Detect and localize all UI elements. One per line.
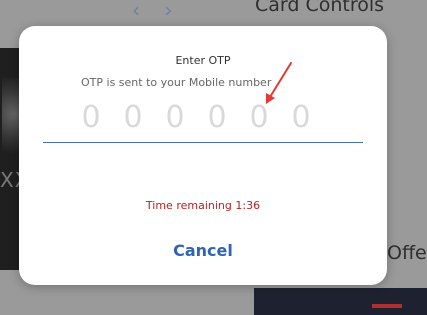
otp-digit-6[interactable]: 0 [290,100,312,135]
otp-timer: Time remaining 1:36 [145,199,261,212]
dialog-title: Enter OTP [175,54,231,67]
otp-digit-1[interactable]: 0 [80,100,102,135]
cancel-button[interactable]: Cancel [153,236,253,264]
otp-digit-5[interactable]: 0 [248,100,270,135]
offer-banner-accent [372,304,402,308]
offer-banner [254,288,427,315]
otp-input[interactable]: 0 0 0 0 0 0 [43,98,363,143]
page-title: Card Controls [255,0,385,16]
otp-dialog: Enter OTP OTP is sent to your Mobile num… [19,26,387,285]
otp-digit-3[interactable]: 0 [164,100,186,135]
chevron-left-icon[interactable]: ‹ [132,0,140,22]
carousel-nav: ‹ › [132,0,190,22]
otp-digit-4[interactable]: 0 [206,100,228,135]
otp-digit-2[interactable]: 0 [122,100,144,135]
chevron-right-icon[interactable]: › [164,0,172,22]
dialog-subtitle: OTP is sent to your Mobile number [81,76,272,89]
offers-heading: Offe [387,242,427,264]
